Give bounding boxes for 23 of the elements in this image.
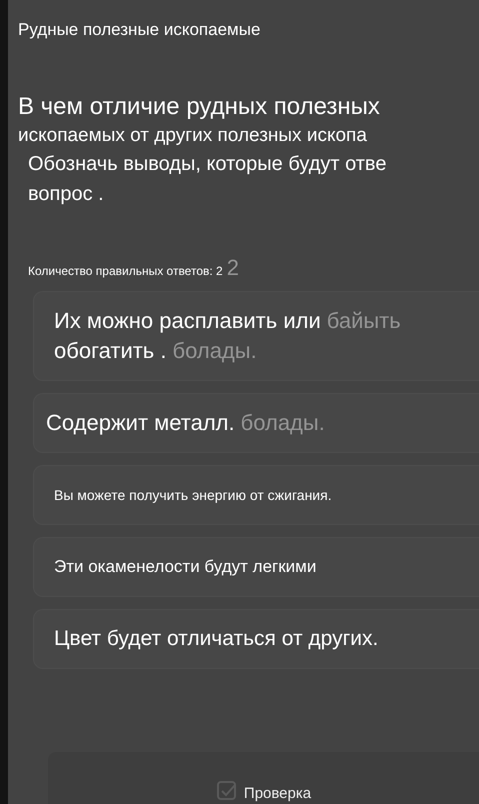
page-title: Рудные полезные ископаемые <box>17 19 262 40</box>
option-text: Цвет будет отличаться от других. <box>54 626 378 652</box>
check-button[interactable]: Проверка <box>48 752 479 804</box>
faded-text: байыть <box>326 307 401 335</box>
question-text: Обозначь выводы, которые будут отве <box>27 152 388 177</box>
faded-text: болады. <box>240 409 325 437</box>
faded-count: 2 <box>226 255 239 281</box>
option-text: Эти окаменелости будут легкими <box>54 556 316 578</box>
answer-option[interactable]: Вы можете получить энергию от сжигания. <box>33 465 479 525</box>
faded-text: болады. <box>172 337 257 365</box>
option-text: Их можно расплавить или <box>54 307 321 335</box>
question-text: В чем отличие рудных полезных <box>18 92 381 122</box>
question-text: вопрос . <box>27 182 105 207</box>
option-text: Вы можете получить энергию от сжигания. <box>54 486 332 505</box>
answer-option[interactable]: Их можно расплавить или байыть обогатить . болады. <box>33 291 479 381</box>
answer-option[interactable]: Эти окаменелости будут легкими <box>33 537 479 597</box>
answer-option[interactable]: Содержит металл. болады. <box>33 393 479 453</box>
checkbox-icon <box>216 780 238 802</box>
option-text: Содержит металл. <box>46 409 235 437</box>
answer-count: Количество правильных ответов: 2 <box>28 264 223 278</box>
option-text: обогатить . <box>54 337 166 365</box>
question-text: ископаемых от других полезных ископа <box>18 124 368 148</box>
answer-option[interactable]: Цвет будет отличаться от других. <box>33 609 479 669</box>
